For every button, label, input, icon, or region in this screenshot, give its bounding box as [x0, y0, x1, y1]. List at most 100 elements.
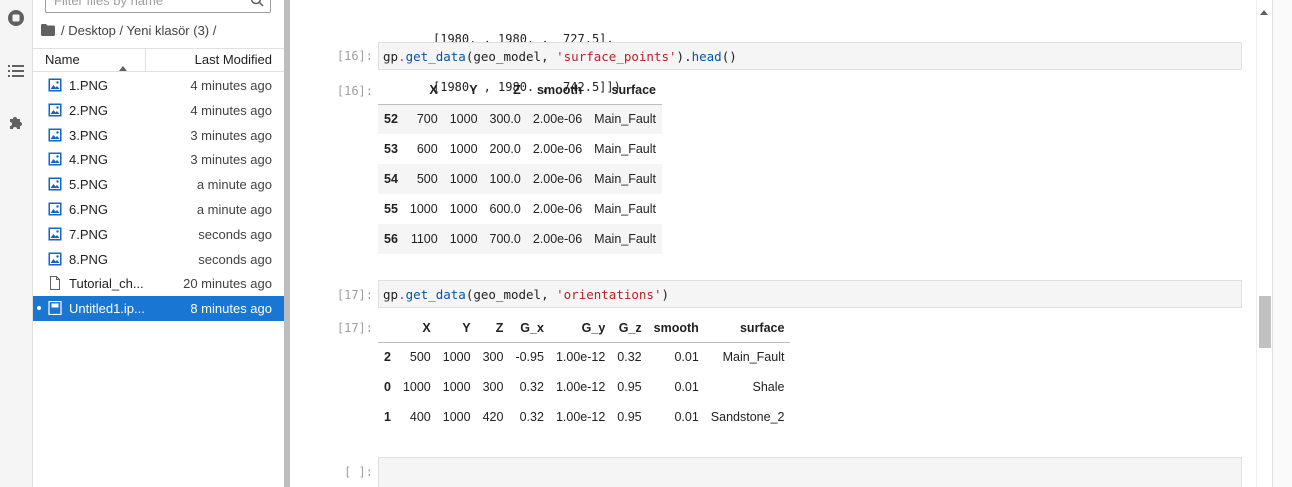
file-modified: 3 minutes ago	[190, 152, 272, 168]
column-header-name[interactable]: Name	[33, 49, 146, 71]
code-token: 'surface_points'	[556, 49, 677, 64]
file-name: 4.PNG	[69, 152, 109, 168]
code-token: get_data	[405, 49, 466, 64]
code-token: get_data	[405, 287, 466, 302]
file-name: 7.PNG	[69, 226, 109, 242]
input-prompt: [ ]:	[344, 465, 373, 479]
code-cell-17[interactable]: gp.get_data(geo_model, 'orientations')	[378, 280, 1242, 308]
table-cell: Main_Fault	[594, 172, 657, 186]
code-token: (geo_model,	[465, 49, 557, 64]
table-header: surface	[588, 76, 663, 105]
table-header: G_x	[509, 314, 550, 343]
file-browser: / Desktop / Yeni klasör (3) / Name Last …	[33, 0, 284, 487]
file-item[interactable]: 1.PNG 4 minutes ago	[33, 73, 284, 98]
breadcrumb-path[interactable]: / Desktop / Yeni klasör (3) /	[61, 23, 216, 38]
file-name: Untitled1.ip...	[69, 301, 145, 317]
file-item[interactable]: 3.PNG 3 minutes ago	[33, 123, 284, 148]
table-cell: Main_Fault	[594, 202, 657, 216]
folder-icon[interactable]	[41, 24, 55, 36]
row-index: 54	[384, 172, 398, 186]
dataframe-surface-points: X Y Z smooth surface 52 700 1000 300.0 2…	[378, 76, 663, 254]
table-cell: 2.00e-06	[532, 232, 583, 246]
table-cell: Main_Fault	[722, 350, 785, 365]
table-cell: 300	[482, 380, 504, 394]
empty-code-cell[interactable]	[378, 457, 1242, 487]
table-cell: 500	[416, 172, 438, 186]
code-token: gp	[383, 287, 399, 302]
table-cell: 1.00e-12	[555, 380, 606, 394]
file-item[interactable]: Tutorial_ch... 20 minutes ago	[33, 271, 284, 296]
row-index: 55	[384, 202, 398, 216]
file-item[interactable]: 8.PNG seconds ago	[33, 247, 284, 272]
toc-icon[interactable]	[6, 61, 26, 81]
output-prompt: [16]:	[336, 84, 373, 98]
image-icon	[48, 128, 62, 142]
table-cell: 1000	[449, 112, 478, 127]
table-cell: 700	[416, 112, 438, 127]
column-header-modified[interactable]: Last Modified	[147, 49, 284, 71]
table-cell: 2.00e-06	[532, 172, 583, 186]
row-index: 52	[384, 112, 398, 127]
table-header: surface	[704, 314, 791, 343]
extension-icon[interactable]	[6, 113, 26, 133]
table-header: smooth	[526, 76, 589, 105]
table-cell: Main_Fault	[594, 112, 657, 127]
row-index: 53	[384, 142, 398, 156]
table-cell: 1000	[449, 232, 478, 246]
table-row: 0 1000 1000 300 0.32 1.00e-12 0.95 0.01 …	[378, 372, 790, 402]
file-filter-input[interactable]	[46, 0, 236, 12]
row-index: 1	[384, 410, 391, 424]
image-icon	[48, 202, 62, 216]
image-icon	[48, 103, 62, 117]
file-modified: 8 minutes ago	[190, 301, 272, 317]
table-header: smooth	[647, 314, 705, 343]
column-header-modified-label: Last Modified	[194, 52, 272, 67]
table-cell: Main_Fault	[594, 232, 657, 246]
table-cell: -0.95	[515, 350, 544, 365]
table-cell: 100.0	[489, 172, 521, 186]
file-name: 5.PNG	[69, 177, 109, 193]
file-item[interactable]: 6.PNG a minute ago	[33, 197, 284, 222]
image-icon	[48, 78, 62, 92]
file-list: 1.PNG 4 minutes ago 2.PNG 4 minutes ago …	[33, 73, 284, 321]
input-prompt: [16]:	[336, 49, 373, 63]
file-item[interactable]: 7.PNG seconds ago	[33, 222, 284, 247]
table-cell: 0.01	[674, 380, 699, 394]
row-index: 0	[384, 380, 391, 394]
table-cell: 2.00e-06	[532, 112, 583, 127]
table-cell: Main_Fault	[594, 142, 657, 156]
table-header: Y	[443, 76, 484, 105]
code-cell-16[interactable]: gp.get_data(geo_model, 'surface_points')…	[378, 42, 1242, 70]
file-item[interactable]: 5.PNG a minute ago	[33, 172, 284, 197]
output-prompt: [17]:	[336, 321, 373, 335]
file-item[interactable]: 2.PNG 4 minutes ago	[33, 98, 284, 123]
table-header: Z	[483, 76, 527, 105]
image-icon	[48, 152, 62, 166]
scrollbar-thumb[interactable]	[1259, 296, 1271, 348]
code-token: )	[661, 287, 670, 302]
running-icon[interactable]	[6, 8, 26, 28]
code-token: .	[398, 287, 406, 302]
file-name: 3.PNG	[69, 127, 109, 143]
file-item-selected[interactable]: Untitled1.ip... 8 minutes ago	[33, 296, 284, 321]
table-header-row: X Y Z G_x G_y G_z smooth surface	[378, 314, 791, 343]
table-header: G_z	[611, 314, 648, 343]
table-cell: 1000	[442, 410, 471, 424]
table-cell: 1000	[402, 380, 431, 394]
scroll-up-icon[interactable]	[1258, 3, 1270, 21]
table-cell: 500	[409, 350, 431, 365]
table-header: X	[403, 76, 444, 105]
file-item[interactable]: 4.PNG 3 minutes ago	[33, 147, 284, 172]
file-modified: seconds ago	[198, 251, 272, 267]
notebook-icon	[48, 301, 62, 316]
code-token: .	[398, 49, 406, 64]
table-header: Z	[476, 314, 510, 343]
table-cell: 1000	[442, 350, 471, 365]
table-header: G_y	[549, 314, 612, 343]
notebook-scroll-gutter	[1256, 0, 1272, 487]
file-filter-box	[45, 0, 271, 13]
table-row: 56 1100 1000 700.0 2.00e-06 Main_Fault	[378, 224, 663, 254]
table-cell: 1.00e-12	[555, 350, 606, 365]
window-scrollbar[interactable]	[1272, 0, 1292, 487]
table-header: X	[396, 314, 437, 343]
